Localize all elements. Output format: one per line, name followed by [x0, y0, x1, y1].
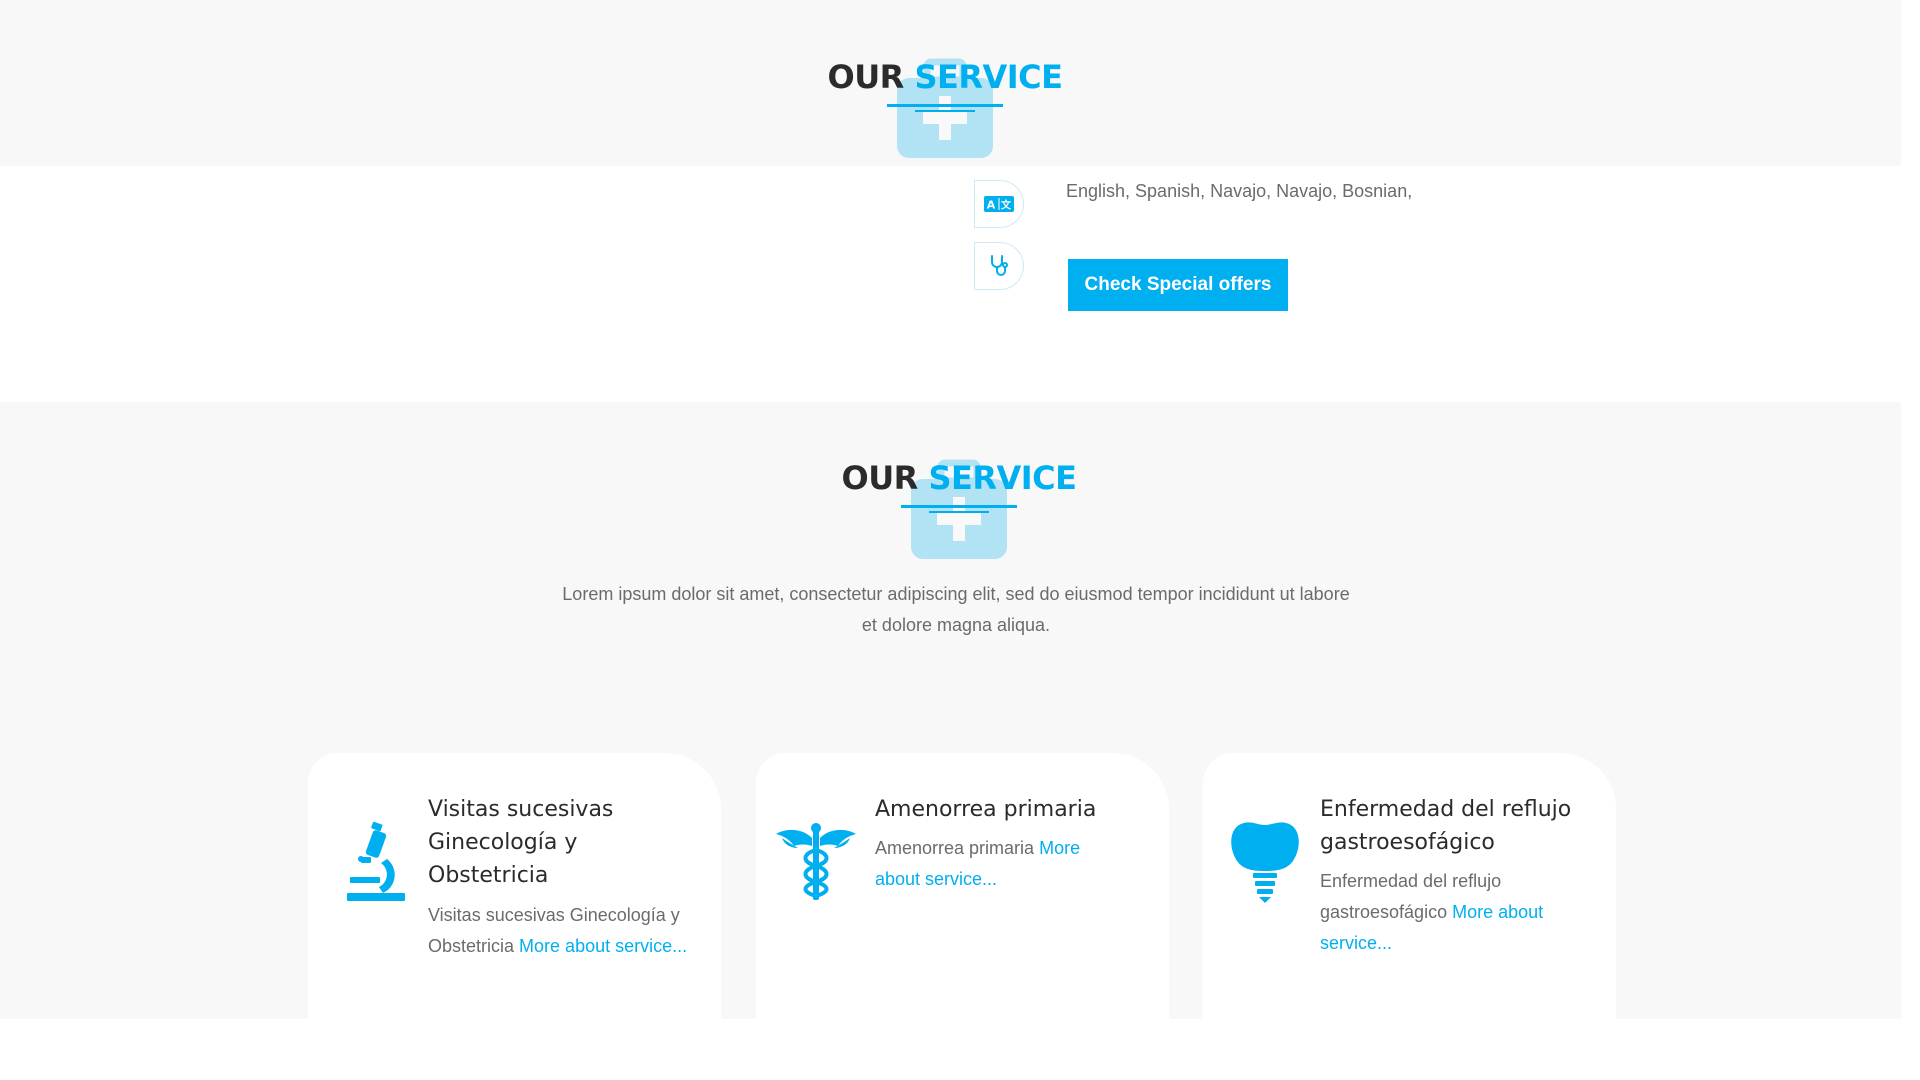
card-icon-wrap	[774, 820, 858, 904]
top-section: OUR SERVICE	[0, 0, 1901, 166]
card-icon-wrap	[336, 820, 420, 904]
caduceus-icon	[776, 823, 856, 900]
more-about-service-link[interactable]: More about service...	[519, 936, 687, 956]
service-section-heading: OUR SERVICE	[841, 459, 1077, 497]
svg-text:A: A	[987, 199, 996, 212]
top-section-heading: OUR SERVICE	[827, 58, 1063, 96]
svg-text:文: 文	[1001, 199, 1012, 212]
card-title: Visitas sucesivas Ginecología y Obstetri…	[428, 797, 614, 888]
card-title: Enfermedad del reflujo gastroesofágico	[1320, 797, 1572, 855]
service-heading-block: OUR SERVICE	[779, 459, 1139, 559]
service-card: Enfermedad del reflujo gastroesofágico E…	[1203, 753, 1616, 1019]
service-card: Visitas sucesivas Ginecología y Obstetri…	[308, 753, 721, 1019]
specialty-icon-badge	[974, 242, 1024, 290]
service-section: OUR SERVICE Lorem ipsum dolor sit amet, …	[0, 402, 1901, 1019]
top-heading-block: OUR SERVICE	[765, 58, 1125, 158]
translate-icon: A 文	[984, 196, 1014, 212]
check-special-offers-button[interactable]: Check Special offers	[1068, 259, 1288, 311]
stethoscope-icon	[991, 255, 1008, 276]
card-text: Amenorrea primaria More about service...	[875, 838, 1081, 889]
heading-underline	[887, 104, 1003, 113]
languages-icon-badge: A 文	[974, 180, 1024, 228]
card-icon-wrap	[1223, 820, 1307, 904]
service-description: Lorem ipsum dolor sit amet, consectetur …	[562, 584, 1350, 635]
service-card: Amenorrea primaria Amenorrea primaria Mo…	[756, 753, 1169, 1019]
microscope-icon	[347, 821, 405, 901]
card-title: Amenorrea primaria	[875, 797, 1097, 822]
dental-implant-icon	[1231, 822, 1299, 903]
languages-text: English, Spanish, Navajo, Navajo, Bosnia…	[1066, 181, 1413, 201]
card-text: Enfermedad del reflujo gastroesofágico M…	[1320, 871, 1544, 953]
card-text: Visitas sucesivas Ginecología y Obstetri…	[428, 905, 688, 956]
heading-underline	[901, 505, 1017, 514]
